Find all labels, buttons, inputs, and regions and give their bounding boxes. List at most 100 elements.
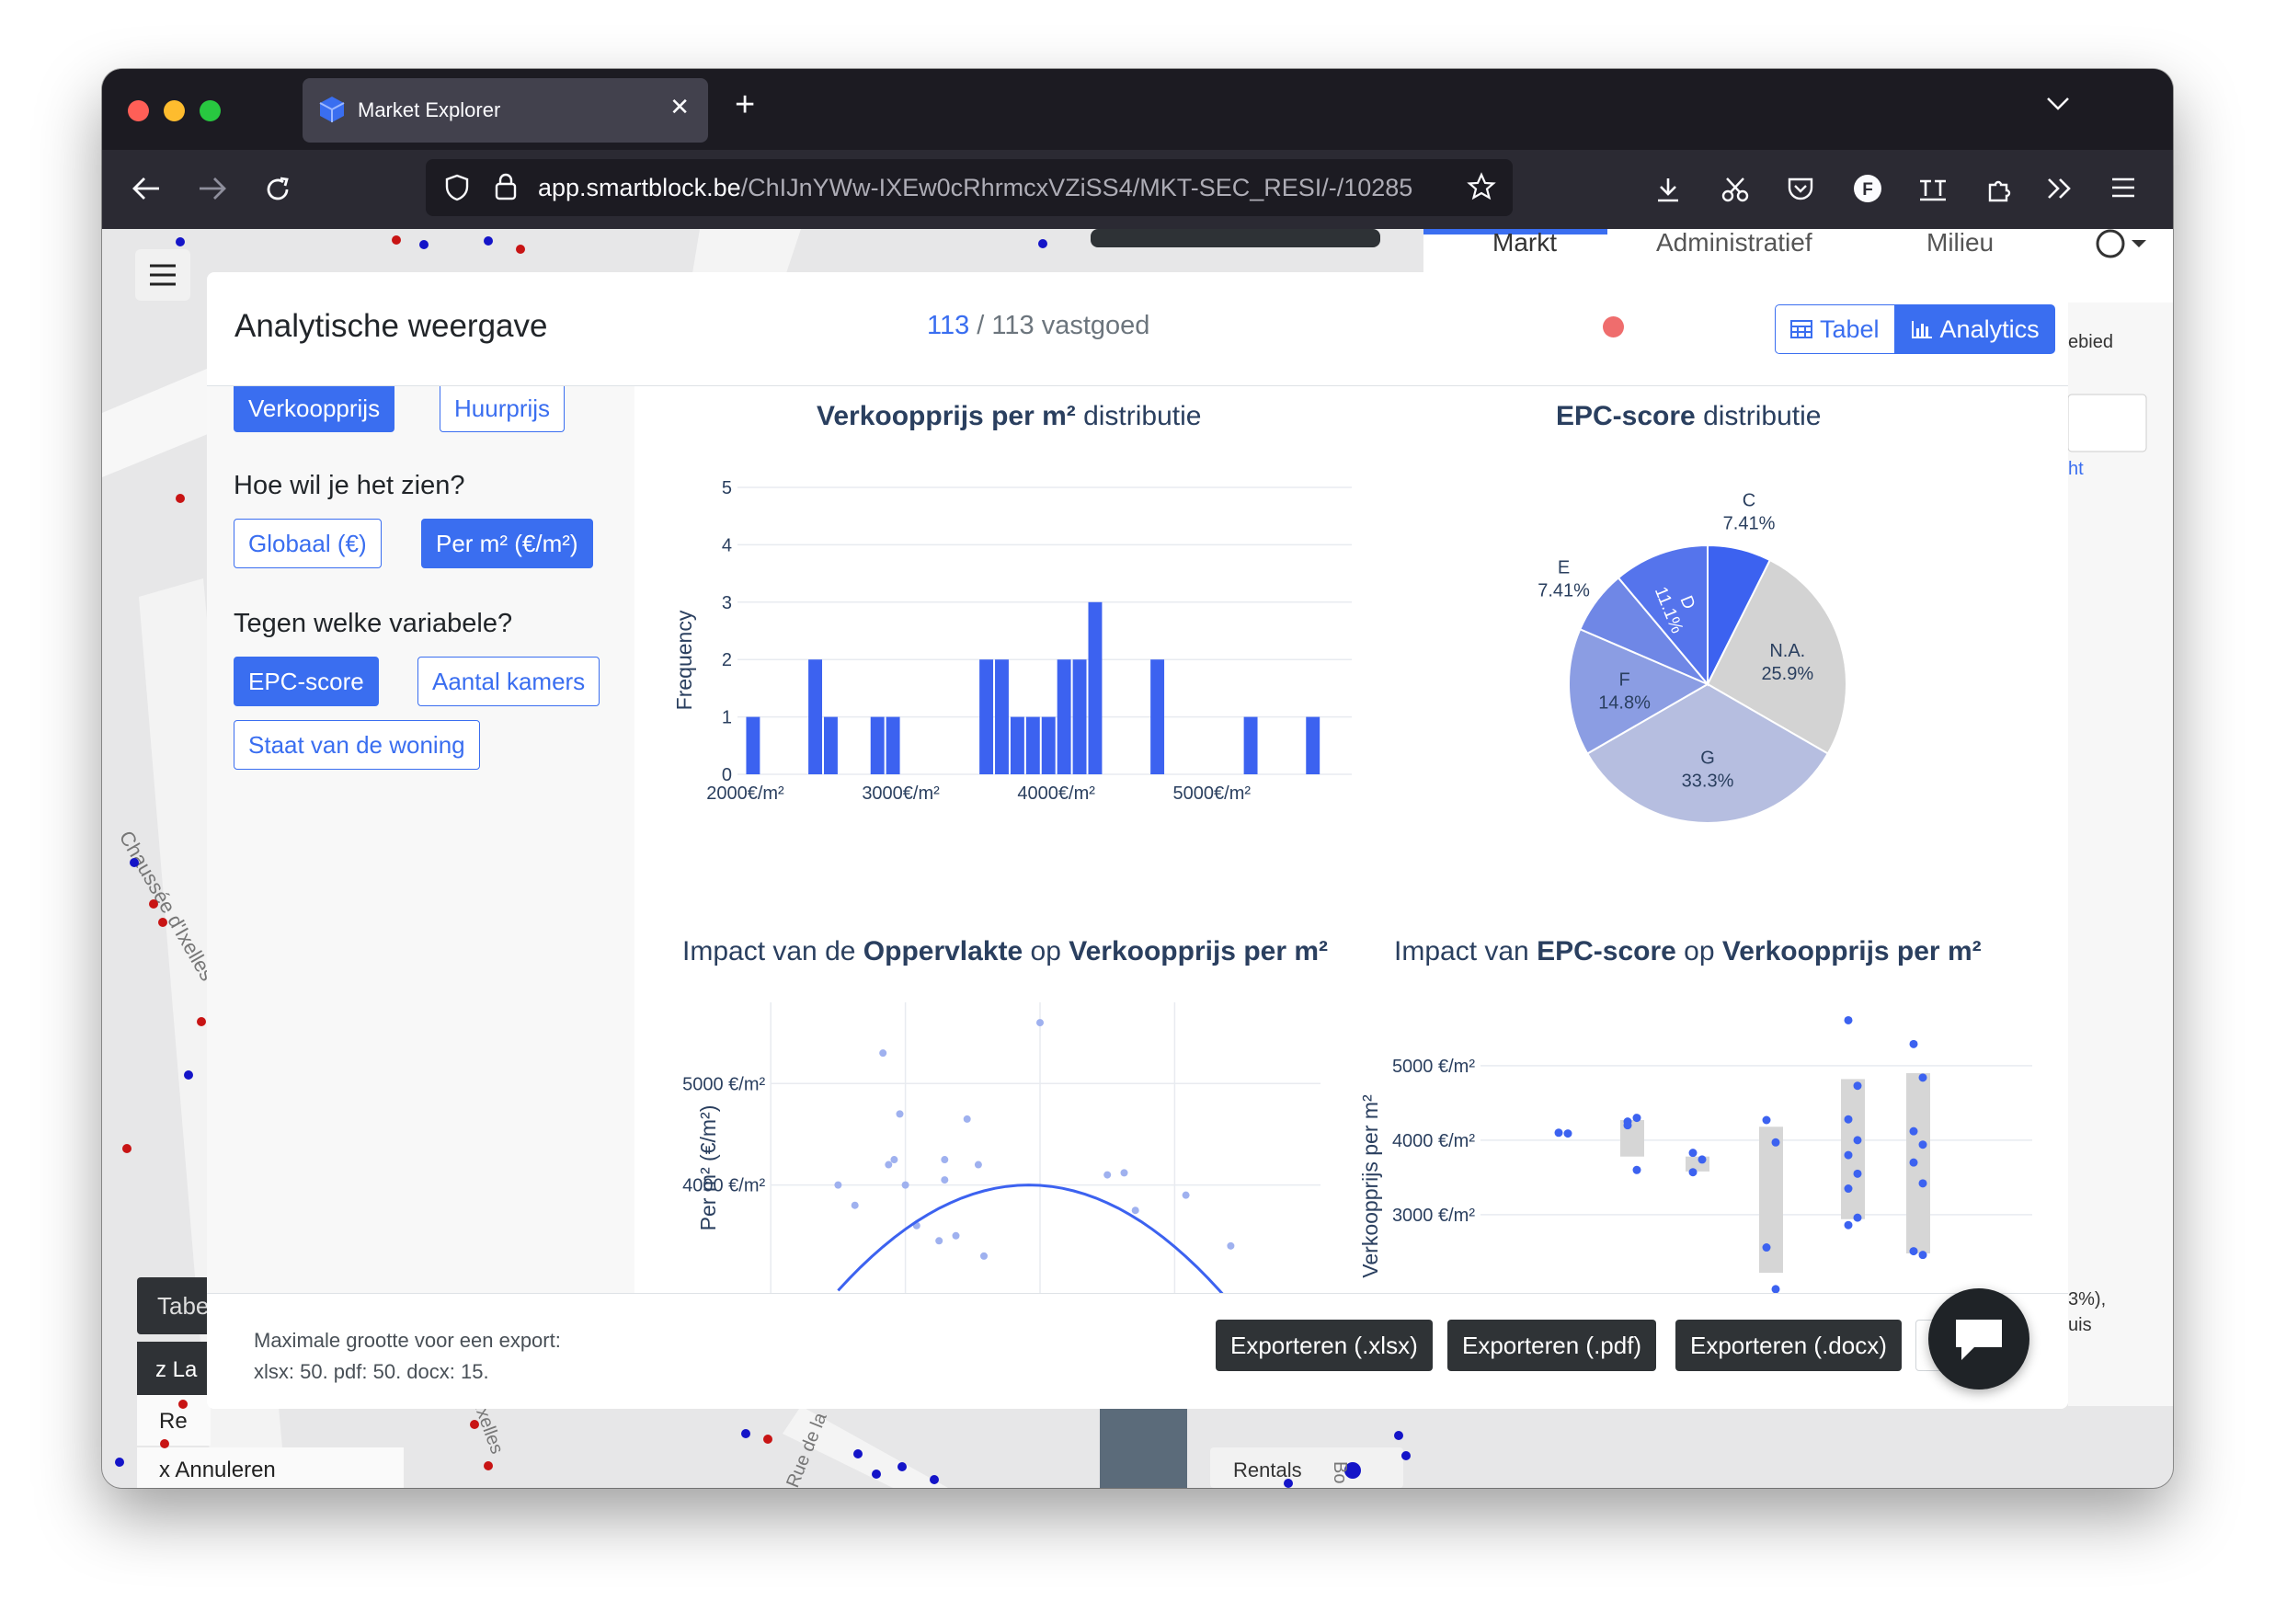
web-page: Markt Administratief Milieu ebied ht 3%)… (102, 229, 2173, 1488)
svg-text:ebied: ebied (2068, 332, 2113, 352)
box-point (1853, 1081, 1862, 1091)
charts-area: Verkoopprijs per m² distributie EPC-scor… (634, 386, 2068, 1297)
svg-text:Tabe: Tabe (157, 1292, 209, 1320)
boxplot-title: Impact van EPC-score op Verkoopprijs per… (1394, 936, 1982, 966)
box-point (1844, 1220, 1853, 1229)
pie-slice-label: N.A. (1769, 641, 1805, 661)
aantal-kamers-option[interactable]: Aantal kamers (417, 657, 600, 706)
export-pdf-button[interactable]: Exporteren (.pdf) (1447, 1320, 1657, 1371)
hist-bar (995, 659, 1009, 774)
status-indicator (1603, 316, 1624, 337)
globaal-option[interactable]: Globaal (€) (234, 519, 382, 568)
scatter-point (963, 1115, 971, 1123)
pocket-icon[interactable] (1787, 176, 1814, 201)
reload-icon[interactable] (264, 176, 292, 203)
box-point (1688, 1149, 1698, 1158)
per-m2-option[interactable]: Per m² (€/m²) (421, 519, 593, 568)
svg-text:Re: Re (159, 1409, 188, 1434)
scatter-point (935, 1237, 943, 1245)
download-icon[interactable] (1654, 176, 1682, 203)
box-point (1853, 1213, 1862, 1222)
pie-slice-label: G (1700, 749, 1715, 769)
verkoopprijs-option[interactable]: Verkoopprijs (234, 386, 395, 432)
pie-slice-value: 25.9% (1761, 664, 1813, 684)
box-iqr (1841, 1079, 1865, 1219)
huurprijs-option[interactable]: Huurprijs (440, 386, 566, 432)
box-point (1853, 1169, 1862, 1178)
profile-f-icon[interactable]: F (1853, 174, 1882, 203)
bg-tab-administratief[interactable]: Administratief (1656, 229, 1812, 257)
box-point (1844, 1015, 1853, 1024)
staat-woning-option[interactable]: Staat van de woning (234, 720, 480, 770)
modal-footer: Maximale grootte voor een export: xlsx: … (207, 1293, 2068, 1409)
scatter-point (941, 1176, 949, 1184)
hist-y-tick-label: 5 (722, 478, 732, 498)
svg-text:ht: ht (2068, 459, 2084, 479)
box-point (1909, 1247, 1918, 1256)
chat-button[interactable] (1928, 1288, 2029, 1390)
box-point (1698, 1155, 1707, 1164)
property-count: 113 / 113 vastgoed (927, 311, 1150, 340)
hist-bar (746, 716, 760, 774)
box-point (1853, 1136, 1862, 1145)
screenshot-icon[interactable] (1721, 176, 1750, 203)
browser-tab[interactable]: Market Explorer ✕ (303, 78, 708, 143)
tabel-view-button[interactable]: Tabel (1775, 304, 1895, 354)
address-bar[interactable]: app.smartblock.be/ChIJnYWw-IXEw0cRhrmcxV… (426, 159, 1513, 216)
tab-close-icon[interactable]: ✕ (669, 95, 690, 119)
translate-icon[interactable] (1917, 176, 1949, 203)
cube-icon (317, 95, 347, 124)
pie-slice-value: 33.3% (1682, 772, 1734, 792)
modal-header: Analytische weergave 113 / 113 vastgoed … (207, 272, 2068, 386)
hist-x-tick-label: 5000€/m² (1173, 783, 1252, 804)
tab-bar: Market Explorer ✕ + (102, 69, 2173, 150)
scatter-point (1182, 1191, 1190, 1199)
box-ylabel: Verkoopprijs per m² (1358, 1094, 1382, 1278)
zoom-window-button[interactable] (200, 100, 221, 121)
shield-icon[interactable] (444, 174, 470, 201)
box-point (1909, 1158, 1918, 1167)
scatter-point (1036, 1019, 1044, 1027)
new-tab-icon[interactable]: + (735, 87, 755, 122)
scatter-ylabel: Per m² (€/m²) (696, 1105, 720, 1231)
hist-bar (1243, 716, 1258, 774)
scatter-point (851, 1201, 859, 1209)
box-point (1554, 1128, 1563, 1138)
hist-bar (824, 716, 838, 774)
box-y-tick-label: 5000 €/m² (1392, 1057, 1475, 1077)
box-point (1918, 1179, 1927, 1188)
chevron-down-icon[interactable] (2046, 97, 2070, 111)
hamburger-menu-icon[interactable] (2110, 176, 2136, 200)
box-point (1762, 1115, 1771, 1125)
tab-title: Market Explorer (358, 98, 501, 121)
scatter-title: Impact van de Oppervlakte op Verkoopprij… (682, 936, 1328, 966)
box-point (1909, 1039, 1918, 1048)
forward-arrow-icon[interactable] (198, 176, 227, 201)
analytics-view-button[interactable]: Analytics (1894, 304, 2055, 354)
scatter-point (901, 1181, 909, 1189)
extensions-icon[interactable] (1985, 176, 2013, 203)
minimize-window-button[interactable] (164, 100, 185, 121)
lock-icon[interactable] (494, 172, 518, 201)
svg-text:x Annuleren: x Annuleren (159, 1458, 276, 1482)
box-point (1844, 1150, 1853, 1160)
hist-bar (1025, 716, 1040, 774)
back-arrow-icon[interactable] (131, 176, 161, 201)
hist-bar (979, 659, 994, 774)
scatter-point (879, 1049, 887, 1058)
bookmark-star-icon[interactable] (1467, 172, 1496, 201)
export-xlsx-button[interactable]: Exporteren (.xlsx) (1216, 1320, 1433, 1371)
overflow-chevrons-icon[interactable] (2046, 176, 2074, 201)
box-point (1918, 1073, 1927, 1082)
view-toggle: Tabel Analytics (1775, 304, 2055, 354)
box-point (1632, 1165, 1641, 1174)
box-point (1688, 1168, 1698, 1177)
close-window-button[interactable] (128, 100, 149, 121)
hist-y-tick-label: 0 (722, 765, 732, 785)
export-docx-button[interactable]: Exporteren (.docx) (1675, 1320, 1902, 1371)
epc-score-option[interactable]: EPC-score (234, 657, 379, 706)
bg-tab-milieu[interactable]: Milieu (1926, 229, 1994, 257)
pie-title: EPC-score distributie (1556, 401, 1822, 431)
bg-tab-markt[interactable]: Markt (1492, 229, 1557, 257)
pie-slice-value: 7.41% (1723, 513, 1776, 533)
